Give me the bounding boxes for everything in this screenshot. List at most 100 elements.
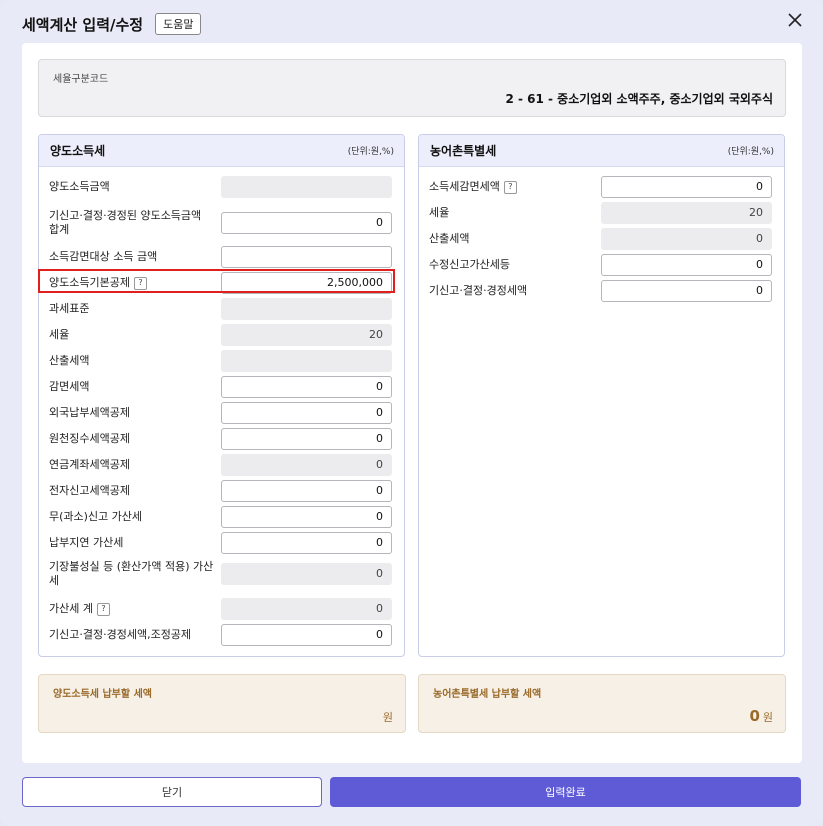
form-row: 소득감면대상 소득 금액 — [39, 245, 404, 269]
form-row: 무(과소)신고 가산세 0 — [39, 505, 404, 529]
amount-input[interactable]: 0 — [221, 532, 392, 554]
readonly-value: 20 — [601, 202, 772, 224]
classification-value: 2 - 61 - 중소기업외 소액주주, 중소기업외 국외주식 — [505, 92, 773, 106]
summary-value: 원 — [380, 707, 393, 725]
highlight-basic-deduction — [38, 269, 395, 293]
readonly-value: 0 — [601, 228, 772, 250]
amount-input[interactable] — [221, 246, 392, 268]
form-row: 소득세감면세액? 0 — [419, 175, 784, 199]
form-row: 납부지연 가산세 0 — [39, 531, 404, 555]
readonly-value — [221, 350, 392, 372]
field-label: 세율 — [429, 201, 599, 225]
form-row: 감면세액 0 — [39, 375, 404, 399]
rural-special-payable-box: 농어촌특별세 납부할 세액 0원 — [418, 674, 786, 733]
field-label-text: 납부지연 가산세 — [49, 536, 124, 549]
field-label-text: 기신고·결정·경정세액 — [429, 284, 528, 297]
summary-value: 0원 — [749, 707, 773, 725]
amount-input[interactable]: 0 — [221, 428, 392, 450]
form-row: 양도소득금액 — [39, 175, 404, 199]
summary-unit: 원 — [382, 711, 393, 724]
field-label: 기신고·결정·경정된 양도소득금액 합계 — [49, 205, 214, 241]
amount-input[interactable]: 0 — [221, 212, 392, 234]
form-row: 기신고·결정·경정세액 0 — [419, 279, 784, 303]
help-icon[interactable]: ? — [96, 602, 110, 616]
field-label-text: 무(과소)신고 가산세 — [49, 510, 143, 523]
summary-label: 농어촌특별세 납부할 세액 — [433, 689, 542, 700]
field-label-text: 과세표준 — [49, 302, 90, 315]
amount-input[interactable]: 0 — [221, 402, 392, 424]
help-icon[interactable]: ? — [503, 180, 517, 194]
readonly-value: 20 — [221, 324, 392, 346]
form-row: 외국납부세액공제 0 — [39, 401, 404, 425]
field-label-text: 연금계좌세액공제 — [49, 458, 130, 471]
field-label: 원천징수세액공제 — [49, 427, 219, 451]
classification-box: 세율구분코드 2 - 61 - 중소기업외 소액주주, 중소기업외 국외주식 — [38, 59, 786, 117]
field-label: 납부지연 가산세 — [49, 531, 219, 555]
field-label-text: 전자신고세액공제 — [49, 484, 130, 497]
amount-input[interactable]: 0 — [601, 176, 772, 198]
field-label-text: 소득감면대상 소득 금액 — [49, 250, 158, 263]
field-label-text: 기신고·결정·경정세액,조정공제 — [49, 628, 192, 641]
field-label: 산출세액 — [429, 227, 599, 251]
field-label: 감면세액 — [49, 375, 219, 399]
panel-unit: (단위:원,%) — [347, 147, 394, 157]
field-label: 세율 — [49, 323, 219, 347]
close-button[interactable]: 닫기 — [22, 777, 322, 807]
form-row: 전자신고세액공제 0 — [39, 479, 404, 503]
field-label: 외국납부세액공제 — [49, 401, 219, 425]
readonly-value — [221, 176, 392, 198]
field-label-text: 감면세액 — [49, 380, 90, 393]
field-label: 양도소득금액 — [49, 175, 219, 199]
capital-gains-payable-box: 양도소득세 납부할 세액 원 — [38, 674, 406, 733]
form-row: 기장불성실 등 (환산가액 적용) 가산세 0 — [39, 557, 404, 591]
readonly-value: 0 — [221, 563, 392, 585]
form-row: 산출세액 — [39, 349, 404, 373]
summary-unit: 원 — [762, 711, 773, 724]
form-row: 원천징수세액공제 0 — [39, 427, 404, 451]
field-label: 기신고·결정·경정세액 — [429, 279, 599, 303]
amount-input[interactable]: 0 — [601, 254, 772, 276]
amount-input[interactable]: 0 — [221, 480, 392, 502]
amount-input[interactable]: 0 — [221, 624, 392, 646]
field-label: 기신고·결정·경정세액,조정공제 — [49, 623, 219, 647]
panel-header: 양도소득세 (단위:원,%) — [39, 135, 404, 167]
field-label: 과세표준 — [49, 297, 219, 321]
field-label: 연금계좌세액공제 — [49, 453, 219, 477]
form-row: 과세표준 — [39, 297, 404, 321]
field-label-text: 기장불성실 등 (환산가액 적용) 가산세 — [49, 560, 214, 587]
summary-label: 양도소득세 납부할 세액 — [53, 689, 152, 700]
amount-input[interactable]: 0 — [601, 280, 772, 302]
summary-amount: 0 — [749, 707, 760, 725]
field-label: 가산세 계? — [49, 597, 219, 621]
help-button[interactable]: 도움말 — [155, 13, 202, 35]
readonly-value — [221, 298, 392, 320]
form-row: 기신고·결정·경정세액,조정공제 0 — [39, 623, 404, 647]
form-row: 수정신고가산세등 0 — [419, 253, 784, 277]
panel-unit: (단위:원,%) — [727, 147, 774, 157]
amount-input[interactable]: 0 — [221, 376, 392, 398]
tax-calc-dialog: 세액계산 입력/수정 도움말 세율구분코드 2 - 61 - 중소기업외 소액주… — [0, 0, 823, 826]
form-row: 연금계좌세액공제 0 — [39, 453, 404, 477]
field-label: 기장불성실 등 (환산가액 적용) 가산세 — [49, 557, 214, 591]
readonly-value: 0 — [221, 454, 392, 476]
field-label-text: 가산세 계 — [49, 602, 93, 615]
field-label: 산출세액 — [49, 349, 219, 373]
field-label-text: 수정신고가산세등 — [429, 258, 510, 271]
form-row: 세율 20 — [39, 323, 404, 347]
field-label-text: 기신고·결정·경정된 양도소득금액 합계 — [49, 209, 202, 236]
readonly-value: 0 — [221, 598, 392, 620]
rural-special-tax-panel: 농어촌특별세 (단위:원,%) 소득세감면세액? 0 세율 20 산출세액 0 수정신고가산… — [418, 134, 785, 657]
field-label: 무(과소)신고 가산세 — [49, 505, 219, 529]
dialog-title: 세액계산 입력/수정 — [22, 15, 144, 34]
field-label: 소득감면대상 소득 금액 — [49, 245, 219, 269]
field-label-text: 원천징수세액공제 — [49, 432, 130, 445]
amount-input[interactable]: 0 — [221, 506, 392, 528]
panel-header: 농어촌특별세 (단위:원,%) — [419, 135, 784, 167]
dialog-header: 세액계산 입력/수정 도움말 — [22, 12, 202, 36]
form-row: 산출세액 0 — [419, 227, 784, 251]
submit-button[interactable]: 입력완료 — [330, 777, 801, 807]
form-row: 가산세 계? 0 — [39, 597, 404, 621]
close-icon[interactable] — [787, 12, 803, 28]
panel-title: 농어촌특별세 — [430, 144, 497, 158]
field-label-text: 세율 — [49, 328, 70, 341]
